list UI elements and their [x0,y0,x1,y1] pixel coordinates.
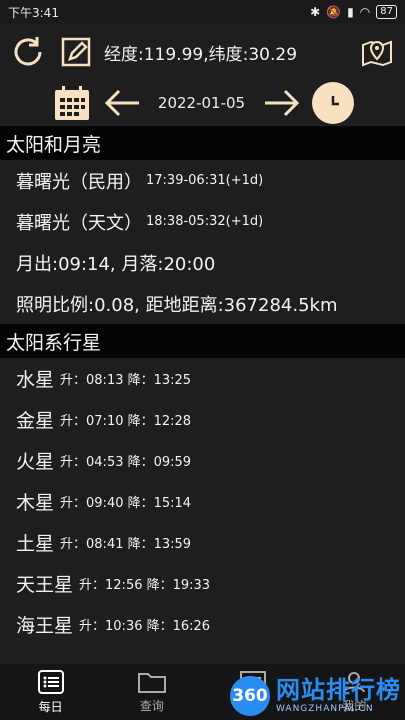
planet-times: 升：09:40 降：15:14 [60,496,192,511]
list-icon [37,669,64,694]
map-location-button[interactable] [357,32,397,72]
status-bar: 下午3:41 ✱ 🔕 ▮ ◠ 87 [0,0,405,24]
status-icons: ✱ 🔕 ▮ ◠ 87 [310,5,397,19]
section-sun-moon: 太阳和月亮 [0,126,405,160]
calendar-icon [54,86,89,120]
edit-button[interactable] [56,32,96,72]
nav-daily[interactable]: 每日 [0,664,101,720]
nav-query[interactable]: 查询 [101,664,202,720]
planet-times: 升：08:41 降：13:59 [60,537,192,552]
nav-query-label: 查询 [139,698,164,713]
planet-times: 升：08:13 降：13:25 [60,373,192,388]
watermark: 360 网站排行榜 WANGZHANPAI.CN [230,676,401,716]
current-date[interactable]: 2022-01-05 [152,94,252,112]
refresh-icon [14,37,42,66]
planet-name: 海王星 [16,615,74,637]
watermark-text: 网站排行榜 WANGZHANPAI.CN [276,678,401,714]
planet-name: 天王星 [16,574,74,596]
planet-name: 土星 [16,533,55,555]
previous-day-button[interactable] [102,83,142,123]
edit-icon [61,37,91,67]
folder-icon [137,672,166,693]
planet-list: 水星 升：08:13 降：13:25 金星 升：07:10 降：12:28 火星… [0,358,405,645]
twilight-civil-time: 17:39-06:31(+1d) [146,173,264,188]
refresh-button[interactable] [8,32,48,72]
status-time: 下午3:41 [8,5,59,20]
twilight-astro-row: 暮曙光（天文） 18:38-05:32(+1d) [0,201,405,242]
planet-name: 金星 [16,410,55,432]
watermark-main: 网站排行榜 [276,676,401,704]
list-item: 土星 升：08:41 降：13:59 [0,522,405,563]
list-item: 金星 升：07:10 降：12:28 [0,399,405,440]
list-item: 火星 升：04:53 降：09:59 [0,440,405,481]
twilight-civil-row: 暮曙光（民用） 17:39-06:31(+1d) [0,160,405,201]
planet-times: 升：10:36 降：16:26 [79,619,211,634]
twilight-civil-label: 暮曙光（民用） [16,171,142,193]
list-item: 木星 升：09:40 降：15:14 [0,481,405,522]
twilight-astro-label: 暮曙光（天文） [16,212,142,234]
bluetooth-icon: ✱ [310,5,321,19]
wifi-icon: ◠ [359,5,371,19]
battery-indicator: 87 [376,5,397,19]
planet-times: 升：12:56 降：19:33 [79,578,211,593]
moon-rise-set-row: 月出:09:14, 月落:20:00 [16,253,216,275]
toolbar: 经度:119.99,纬度:30.29 [0,24,405,80]
illumination-row: 照明比例:0.08, 距地距离:367284.5km [16,294,338,316]
watermark-sub: WANGZHANPAI.CN [276,704,374,714]
coordinates-text: 经度:119.99,纬度:30.29 [104,44,298,65]
planet-name: 火星 [16,451,55,473]
arrow-left-icon [104,89,139,117]
twilight-astro-time: 18:38-05:32(+1d) [146,214,264,229]
date-navigator: 2022-01-05 [0,80,405,126]
planet-times: 升：07:10 降：12:28 [60,414,192,429]
list-item: 天王星 升：12:56 降：19:33 [0,563,405,604]
planet-name: 水星 [16,369,55,391]
planet-times: 升：04:53 降：09:59 [60,455,192,470]
list-item: 水星 升：08:13 降：13:25 [0,358,405,399]
clock-icon [331,96,339,106]
list-item: 海王星 升：10:36 降：16:26 [0,604,405,645]
calendar-button[interactable] [52,83,92,123]
time-button[interactable] [311,82,354,124]
next-day-button[interactable] [262,83,302,123]
nav-daily-label: 每日 [38,699,63,714]
signal-icon: ▮ [347,5,354,19]
section-planets: 太阳系行星 [0,324,405,358]
arrow-right-icon [264,89,299,117]
planet-name: 木星 [16,492,55,514]
watermark-badge: 360 [230,676,270,716]
map-pin-icon [362,40,392,67]
mute-icon: 🔕 [326,5,342,19]
